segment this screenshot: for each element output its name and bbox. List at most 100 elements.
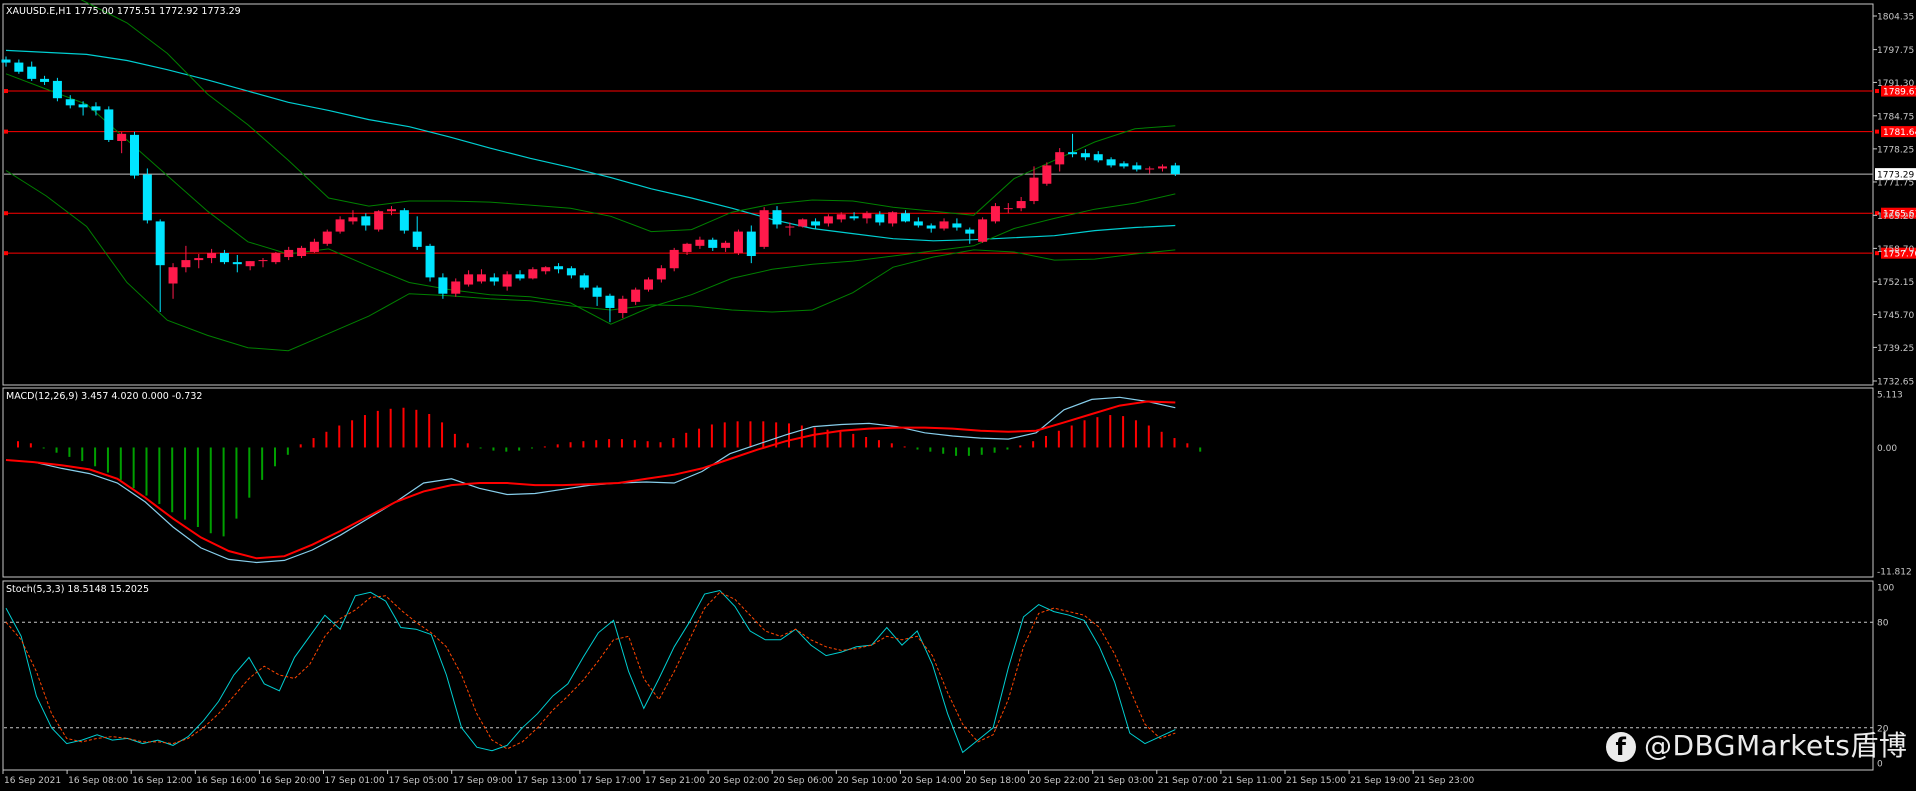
candle-body [682,243,692,252]
candle-body [1029,177,1039,202]
candle-body [592,287,602,297]
candle-body [656,268,666,280]
candle-body [502,274,512,287]
candle-body [952,223,962,228]
candle-body [14,62,24,72]
level-marker [1875,129,1879,134]
x-tick-label: 20 Sep 02:00 [709,776,769,786]
level-label: 1781.64 [1883,128,1916,138]
candle-body [566,268,576,276]
price-title: XAUUSD.E,H1 1775.00 1775.51 1772.92 1773… [6,6,241,17]
candle-body [965,229,975,234]
candle-body [823,216,833,224]
candle-body [297,247,307,257]
candle-body [52,80,62,99]
level-marker [4,211,8,216]
candle-body [515,274,525,279]
candle-body [219,252,229,263]
x-tick-label: 17 Sep 09:00 [453,776,513,786]
candle-body [425,245,435,278]
candle-body [335,219,345,232]
candle-body [579,275,589,288]
candle-body [785,226,795,228]
candle-body [541,267,551,272]
candle-body [1,59,11,63]
candle-body [1003,208,1013,210]
x-tick-label: 16 Sep 08:00 [68,776,128,786]
candle-body [1093,154,1103,161]
candle-body [554,266,564,270]
candle-body [464,274,474,285]
x-tick-label: 20 Sep 22:00 [1030,776,1090,786]
candle-body [78,104,88,108]
candle-body [399,210,409,231]
x-tick-label: 17 Sep 01:00 [325,776,385,786]
candle-body [926,225,936,229]
y-tick-label: 1784.75 [1877,112,1914,122]
candle-body [258,260,268,262]
candle-body [990,206,1000,222]
candle-body [901,213,910,222]
x-tick-label: 17 Sep 05:00 [389,776,449,786]
level-label: 1789.61 [1883,88,1916,98]
candle-body [631,289,641,302]
macd-tick-label: 0.00 [1877,444,1897,454]
y-tick-label: 1765.20 [1877,212,1914,222]
candle-body [1106,159,1116,166]
candle-body [451,281,461,294]
x-tick-label: 21 Sep 03:00 [1094,776,1154,786]
x-tick-label: 21 Sep 11:00 [1222,776,1282,786]
x-tick-label: 16 Sep 2021 [4,776,61,786]
candle-body [476,274,486,282]
level-marker [4,129,8,134]
candle-body [888,212,898,224]
candle-body [669,249,679,269]
watermark-text: @DBGMarkets盾博 [1644,729,1908,762]
stoch-tick-label: 100 [1877,584,1894,594]
candle-body [245,261,255,267]
candle-body [1042,165,1052,184]
candle-body [374,211,384,230]
x-tick-label: 20 Sep 10:00 [837,776,897,786]
candle-body [489,277,499,282]
candle-body [322,231,332,244]
y-tick-label: 1739.25 [1877,344,1914,354]
x-tick-label: 21 Sep 19:00 [1350,776,1410,786]
candle-body [875,214,885,223]
y-tick-label: 1732.65 [1877,378,1914,388]
macd-tick-label: -11.812 [1877,568,1912,578]
level-marker [4,251,8,256]
candle-body [733,231,743,253]
f-logo-icon: f [1606,732,1636,762]
candle-body [309,241,319,252]
x-tick-label: 17 Sep 17:00 [581,776,641,786]
candle-body [91,106,101,111]
candle-body [708,239,718,248]
y-tick-label: 1752.15 [1877,278,1914,288]
candle-body [1068,152,1078,155]
trading-chart: 1789.611781.641765.611757.761773.291804.… [0,0,1916,791]
candle-body [644,279,653,290]
candle-body [40,78,50,82]
candle-body [117,133,127,141]
candle-body [387,209,396,212]
candle-body [811,221,821,226]
x-tick-label: 16 Sep 20:00 [260,776,320,786]
y-tick-label: 1797.75 [1877,46,1914,56]
y-tick-label: 1771.75 [1877,178,1914,188]
candle-body [168,267,178,284]
candle-body [1016,201,1026,209]
candle-body [721,242,731,248]
candle-body [1119,163,1129,167]
candle-body [528,269,538,279]
candle-body [181,260,191,268]
x-tick-label: 17 Sep 13:00 [517,776,577,786]
candle-body [605,295,615,308]
candle-body [695,239,705,246]
candle-body [130,134,139,176]
candle-body [746,231,756,257]
y-tick-label: 1758.70 [1877,245,1914,255]
candle-body [618,298,628,314]
candle-body [271,252,281,263]
candle-body [1080,153,1090,158]
